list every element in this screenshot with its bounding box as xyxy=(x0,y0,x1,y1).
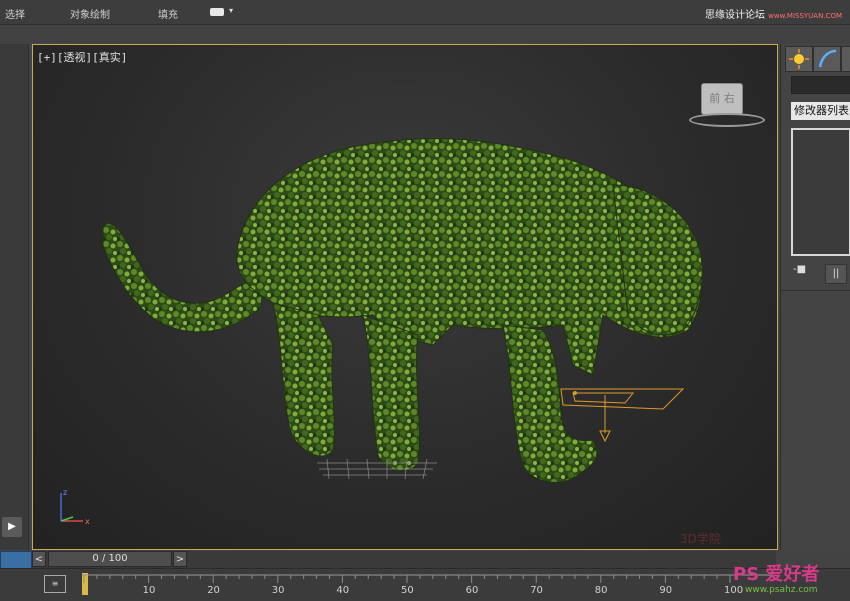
axis-z-label: z xyxy=(63,488,67,497)
menu-object-paint[interactable]: 对象绘制 xyxy=(70,6,110,21)
timeline-tick-label: 80 xyxy=(594,585,608,596)
axis-tripod-icon: z x xyxy=(60,488,90,526)
ground-grid[interactable] xyxy=(317,459,437,481)
timeline-tick-label: 30 xyxy=(271,585,285,596)
curve-editor-icon[interactable]: ≡ xyxy=(44,575,66,593)
time-next-button[interactable]: > xyxy=(173,551,187,567)
display-dropdown-button[interactable] xyxy=(210,8,224,16)
create-tab-icon[interactable] xyxy=(785,46,813,72)
ribbon-strip xyxy=(0,25,850,43)
timeline-tick-label: 90 xyxy=(659,585,673,596)
faint-logo-watermark: 3D学院 xyxy=(680,532,721,546)
pin-stack-icon[interactable]: -■ xyxy=(793,264,817,282)
hierarchy-tab-icon[interactable] xyxy=(841,46,850,72)
timeline-tick-label: 50 xyxy=(401,585,414,596)
modifier-list-dropdown[interactable]: 修改器列表 xyxy=(791,102,850,120)
panel-divider xyxy=(781,290,850,291)
menu-fill[interactable]: 填充 xyxy=(158,6,178,21)
timeline-tick-label: 70 xyxy=(530,585,543,596)
site-watermark-name: 思缘设计论坛 xyxy=(704,10,765,21)
site-watermark: 思缘设计论坛 www.MISSYUAN.COM xyxy=(705,6,842,21)
light-gizmo[interactable] xyxy=(553,375,693,445)
site-watermark-url: www.MISSYUAN.COM xyxy=(768,12,842,20)
modify-tab-icon[interactable] xyxy=(813,46,841,72)
timeline-tick-labels: 10 20 30 40 50 60 70 80 90 100 xyxy=(82,571,772,599)
play-icon[interactable]: ▶ xyxy=(2,517,22,537)
top-menu-bar: 选择 对象绘制 填充 ▾ 思缘设计论坛 www.MISSYUAN.COM xyxy=(0,0,850,25)
menu-select[interactable]: 选择 xyxy=(5,6,25,21)
ps-logo-watermark: PS 爱好者 xyxy=(733,564,820,585)
show-end-result-button[interactable]: || xyxy=(825,264,847,284)
left-panel xyxy=(0,44,29,550)
time-slider[interactable]: 0 / 100 xyxy=(48,551,172,567)
chevron-down-icon[interactable]: ▾ xyxy=(229,6,233,15)
ps-url-watermark: www.psahz.com xyxy=(745,585,818,595)
command-panel: 修改器列表 -■ || xyxy=(780,44,850,550)
object-name-field[interactable] xyxy=(791,76,850,94)
time-prev-button[interactable]: < xyxy=(32,551,46,567)
modifier-stack[interactable] xyxy=(791,128,850,256)
timeline-tick-label: 10 xyxy=(142,585,156,596)
timeline-tick-label: 40 xyxy=(336,585,350,596)
timeline-tick-label: 60 xyxy=(465,585,479,596)
track-bar: ≡ 10 20 30 40 50 60 70 80 90 100 xyxy=(0,568,850,601)
time-slider-bar: < 0 / 100 > xyxy=(32,551,776,568)
timeline-tick-label: 100 xyxy=(724,585,744,596)
axis-x-label: x xyxy=(85,517,90,526)
timeline-tick-label: 20 xyxy=(207,585,220,596)
perspective-viewport[interactable]: [+][透视][真实] 前 右 z x xyxy=(32,44,778,550)
